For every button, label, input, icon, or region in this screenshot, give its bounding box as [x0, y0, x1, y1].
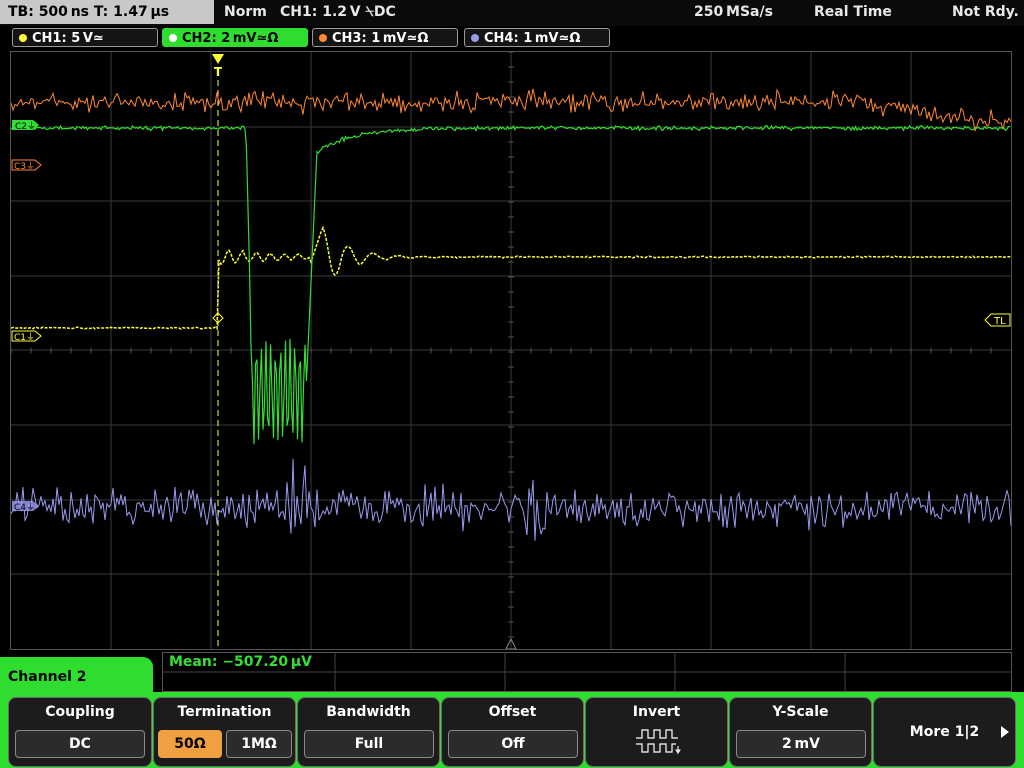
ch4-color-dot [471, 34, 479, 42]
offset-softkey[interactable]: Offset Off [441, 697, 584, 767]
invert-square-wave-icon [636, 729, 681, 755]
offset-title: Offset [488, 704, 537, 720]
waveform-display[interactable]: T C2⏚ C3⏚ C1⏚ C4⏚ TL [10, 51, 1012, 650]
chevron-right-icon [1001, 726, 1009, 738]
invert-title: Invert [632, 704, 681, 720]
offset-value[interactable]: Off [448, 730, 578, 758]
trigger-source[interactable]: CH1: 1.2 V ⍀DC [280, 0, 396, 24]
bandwidth-softkey[interactable]: Bandwidth Full [297, 697, 440, 767]
ch3-label: CH3: 1 mV≃Ω [332, 31, 429, 46]
coupling-softkey[interactable]: Coupling DC [8, 697, 152, 767]
sample-rate: 250 MSa/s [694, 4, 773, 20]
yscale-softkey[interactable]: Y-Scale 2 mV [729, 697, 872, 767]
measurement-mean: Mean: −507.20 µV [169, 654, 313, 670]
bandwidth-title: Bandwidth [326, 704, 411, 720]
more-label: More 1|2 [909, 724, 980, 740]
graticule [11, 52, 1011, 649]
invert-softkey[interactable]: Invert [585, 697, 728, 767]
ch2-label: CH2: 2 mV≃Ω [182, 31, 279, 46]
trigger-level-label: TL [993, 316, 1006, 327]
tab-ch2[interactable]: CH2: 2 mV≃Ω [162, 28, 308, 47]
yscale-title: Y-Scale [772, 704, 829, 720]
trigger-level-marker[interactable]: TL [984, 313, 1011, 327]
termination-title: Termination [177, 704, 272, 720]
yscale-value[interactable]: 2 mV [736, 730, 866, 758]
ch1-marker-label: C1⏚ [14, 332, 35, 343]
ch4-marker-label: C4⏚ [14, 502, 35, 513]
ch1-color-dot [19, 34, 27, 42]
ch1-label: CH1: 5 V≃ [32, 31, 104, 46]
waveform-canvas: T C2⏚ C3⏚ C1⏚ C4⏚ TL [11, 52, 1011, 649]
termination-softkey[interactable]: Termination 50Ω 1MΩ [153, 697, 296, 767]
coupling-title: Coupling [45, 704, 115, 720]
ch3-marker-label: C3⏚ [14, 161, 35, 172]
trigger-position-marker[interactable]: T [212, 54, 224, 79]
ch3-reference-marker[interactable]: C3⏚ [11, 159, 42, 172]
tab-ch3[interactable]: CH3: 1 mV≃Ω [312, 28, 458, 47]
tab-ch4[interactable]: CH4: 1 mV≃Ω [464, 28, 610, 47]
termination-1mohm-option[interactable]: 1MΩ [226, 730, 292, 758]
ch1-reference-marker[interactable]: C1⏚ [11, 330, 42, 343]
timebase-readout[interactable]: TB: 500 ns T: 1.47 µs [0, 0, 214, 24]
acquisition-mode[interactable]: Real Time [814, 0, 892, 24]
ch3-color-dot [319, 34, 327, 42]
tab-ch1[interactable]: CH1: 5 V≃ [12, 28, 158, 47]
trigger-mode[interactable]: Norm [224, 0, 267, 24]
ch2-color-dot [169, 34, 177, 42]
ch2-reference-marker[interactable]: C2⏚ [12, 120, 39, 132]
trigger-position-label: T [214, 65, 223, 79]
bandwidth-value[interactable]: Full [304, 730, 434, 758]
ch2-marker-label: C2⏚ [15, 121, 36, 132]
more-softkey[interactable]: More 1|2 [873, 697, 1016, 767]
termination-50ohm-option[interactable]: 50Ω [158, 730, 222, 758]
measurement-panel: Mean: −507.20 µV [162, 652, 1012, 692]
ch4-reference-marker[interactable]: C4⏚ [12, 501, 39, 513]
coupling-value[interactable]: DC [15, 730, 145, 758]
ch4-label: CH4: 1 mV≃Ω [484, 31, 581, 46]
trigger-status: Not Rdy. [952, 4, 1019, 20]
menu-channel-label: Channel 2 [0, 657, 153, 697]
status-bar: TB: 500 ns T: 1.47 µs Norm CH1: 1.2 V ⍀D… [0, 0, 1024, 26]
